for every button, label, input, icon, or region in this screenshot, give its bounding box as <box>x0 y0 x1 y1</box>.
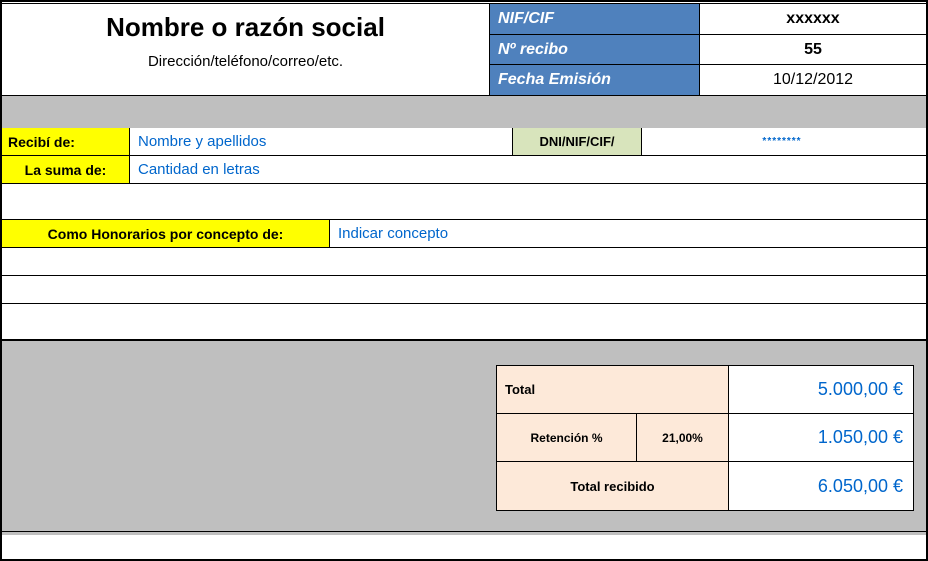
recibo-label: Nº recibo <box>490 35 700 65</box>
recibi-label: Recibí de: <box>2 128 130 155</box>
blank-row-3 <box>2 276 926 304</box>
recibi-line: Recibí de: Nombre y apellidos DNI/NIF/CI… <box>2 128 926 156</box>
retencion-label: Retención % <box>497 414 637 461</box>
receipt-document: Nombre o razón social Dirección/teléfono… <box>0 0 928 561</box>
bottom-area: Total 5.000,00 € Retención % 21,00% 1.05… <box>2 340 926 535</box>
company-name: Nombre o razón social <box>12 12 479 43</box>
total-label: Total <box>497 366 728 413</box>
company-subtitle: Dirección/teléfono/correo/etc. <box>12 53 479 70</box>
recibo-value: 55 <box>700 35 926 65</box>
concepto-label: Como Honorarios por concepto de: <box>2 220 330 247</box>
retencion-value: 1.050,00 € <box>729 414 913 461</box>
meta-table: NIF/CIF xxxxxx Nº recibo 55 Fecha Emisió… <box>490 4 926 96</box>
blank-row-2 <box>2 248 926 276</box>
suma-value: Cantidad en letras <box>130 156 926 183</box>
nif-value: xxxxxx <box>700 4 926 34</box>
grey-spacer-top <box>2 96 926 128</box>
company-cell: Nombre o razón social Dirección/teléfono… <box>2 4 490 96</box>
concepto-value: Indicar concepto <box>330 220 926 247</box>
dni-label: DNI/NIF/CIF/ <box>512 128 642 155</box>
fecha-value: 10/12/2012 <box>700 65 926 95</box>
fecha-label: Fecha Emisión <box>490 65 700 95</box>
recibi-value: Nombre y apellidos <box>130 128 512 155</box>
recibido-label: Total recibido <box>497 462 728 510</box>
totals-box: Total 5.000,00 € Retención % 21,00% 1.05… <box>496 365 914 511</box>
dni-value: ******** <box>642 128 922 155</box>
blank-row-1 <box>2 184 926 220</box>
recibido-value: 6.050,00 € <box>729 462 913 510</box>
header-row: Nombre o razón social Dirección/teléfono… <box>2 4 926 96</box>
concepto-line: Como Honorarios por concepto de: Indicar… <box>2 220 926 248</box>
suma-line: La suma de: Cantidad en letras <box>2 156 926 184</box>
blank-row-4 <box>2 304 926 340</box>
bottom-rule <box>2 531 926 532</box>
total-value: 5.000,00 € <box>729 366 913 413</box>
suma-label: La suma de: <box>2 156 130 183</box>
nif-label: NIF/CIF <box>490 4 700 34</box>
retencion-pct: 21,00% <box>637 414 728 461</box>
